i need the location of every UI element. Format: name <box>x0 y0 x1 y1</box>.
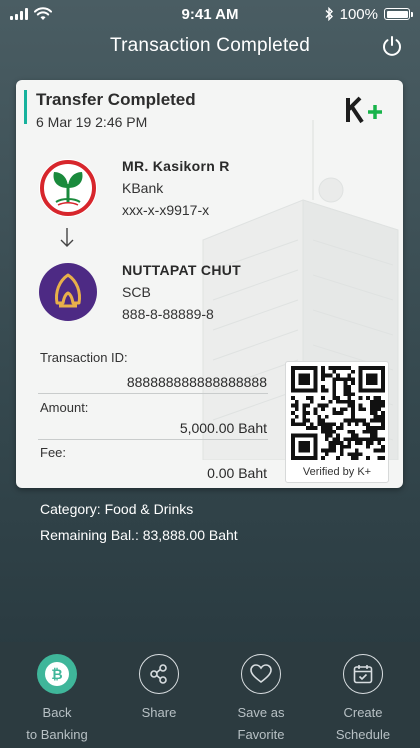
qr-code <box>291 366 385 460</box>
bottom-nav: ₿ Back to Banking Share Save as Favorite <box>0 642 420 748</box>
sender: MR. Kasikorn R KBank xxx-x-x9917-x <box>38 158 338 218</box>
fee-label: Fee: <box>40 445 67 460</box>
power-icon <box>383 36 401 56</box>
category-text: Category: Food & Drinks <box>40 501 194 517</box>
create-schedule-button[interactable]: Create Schedule <box>313 642 413 748</box>
divider <box>38 393 268 394</box>
fee-value: 0.00 Baht <box>207 465 267 481</box>
remaining-balance: Remaining Bal.: 83,888.00 Baht <box>40 527 238 543</box>
nav-icon-circle <box>343 654 383 694</box>
heart-icon <box>250 664 272 684</box>
sender-name: MR. Kasikorn R <box>122 158 230 174</box>
nav-label: Save as Favorite <box>237 705 285 742</box>
sender-account: xxx-x-x9917-x <box>122 202 210 218</box>
save-favorite-button[interactable]: Save as Favorite <box>211 642 311 748</box>
battery-icon <box>384 8 413 20</box>
transaction-id-label: Transaction ID: <box>40 350 128 365</box>
status-right: 100% <box>300 5 413 23</box>
svg-text:₿: ₿ <box>51 667 62 683</box>
qr-caption: Verified by K+ <box>302 466 372 478</box>
recipient-account: 888-8-88889-8 <box>122 306 214 322</box>
nav-icon-circle: ₿ <box>37 654 77 694</box>
nav-icon-circle <box>139 654 179 694</box>
scb-logo <box>39 263 97 321</box>
card-header: Transfer Completed 6 Mar 19 2:46 PM <box>16 80 403 132</box>
recipient: NUTTAPAT CHUT SCB 888-8-88889-8 <box>38 262 338 322</box>
share-icon <box>150 664 167 684</box>
nav-label: Share <box>141 705 177 720</box>
transaction-card: Transfer Completed 6 Mar 19 2:46 PM MR. … <box>16 80 403 488</box>
status-bar: 9:41 AM 100% <box>0 0 420 28</box>
recipient-bank: SCB <box>122 284 151 300</box>
page-title: Transaction Completed <box>110 35 310 56</box>
qr-verification[interactable]: Verified by K+ <box>285 361 389 483</box>
header: Transaction Completed <box>0 28 420 64</box>
nav-label: Create Schedule <box>335 705 391 742</box>
recipient-info: NUTTAPAT CHUT SCB 888-8-88889-8 <box>122 262 241 322</box>
divider <box>38 439 268 440</box>
sender-bank: KBank <box>122 180 164 196</box>
wifi-icon <box>34 7 52 20</box>
status-time: 9:41 AM <box>181 5 239 23</box>
transaction-id-value: 888888888888888888 <box>126 374 267 390</box>
nav-icon-circle <box>241 654 281 694</box>
power-button[interactable] <box>378 32 406 60</box>
amount-label: Amount: <box>40 400 89 415</box>
arrow-down-icon <box>60 228 74 247</box>
recipient-name: NUTTAPAT CHUT <box>122 262 241 278</box>
kbank-logo <box>39 159 97 217</box>
kplus-logo <box>346 96 382 124</box>
signal-icon <box>10 8 28 20</box>
sender-info: MR. Kasikorn R KBank xxx-x-x9917-x <box>122 158 230 218</box>
calendar-icon <box>353 665 373 684</box>
back-to-banking-button[interactable]: ₿ Back to Banking <box>7 642 107 748</box>
status-left <box>10 7 120 21</box>
share-button[interactable]: Share <box>109 642 209 748</box>
bitcoin-icon: ₿ <box>45 662 69 686</box>
battery-percent: 100% <box>339 5 378 23</box>
nav-label: Back to Banking <box>26 705 88 742</box>
amount-value: 5,000.00 Baht <box>179 420 267 436</box>
bluetooth-icon <box>325 7 333 21</box>
battery-fill <box>386 10 408 18</box>
